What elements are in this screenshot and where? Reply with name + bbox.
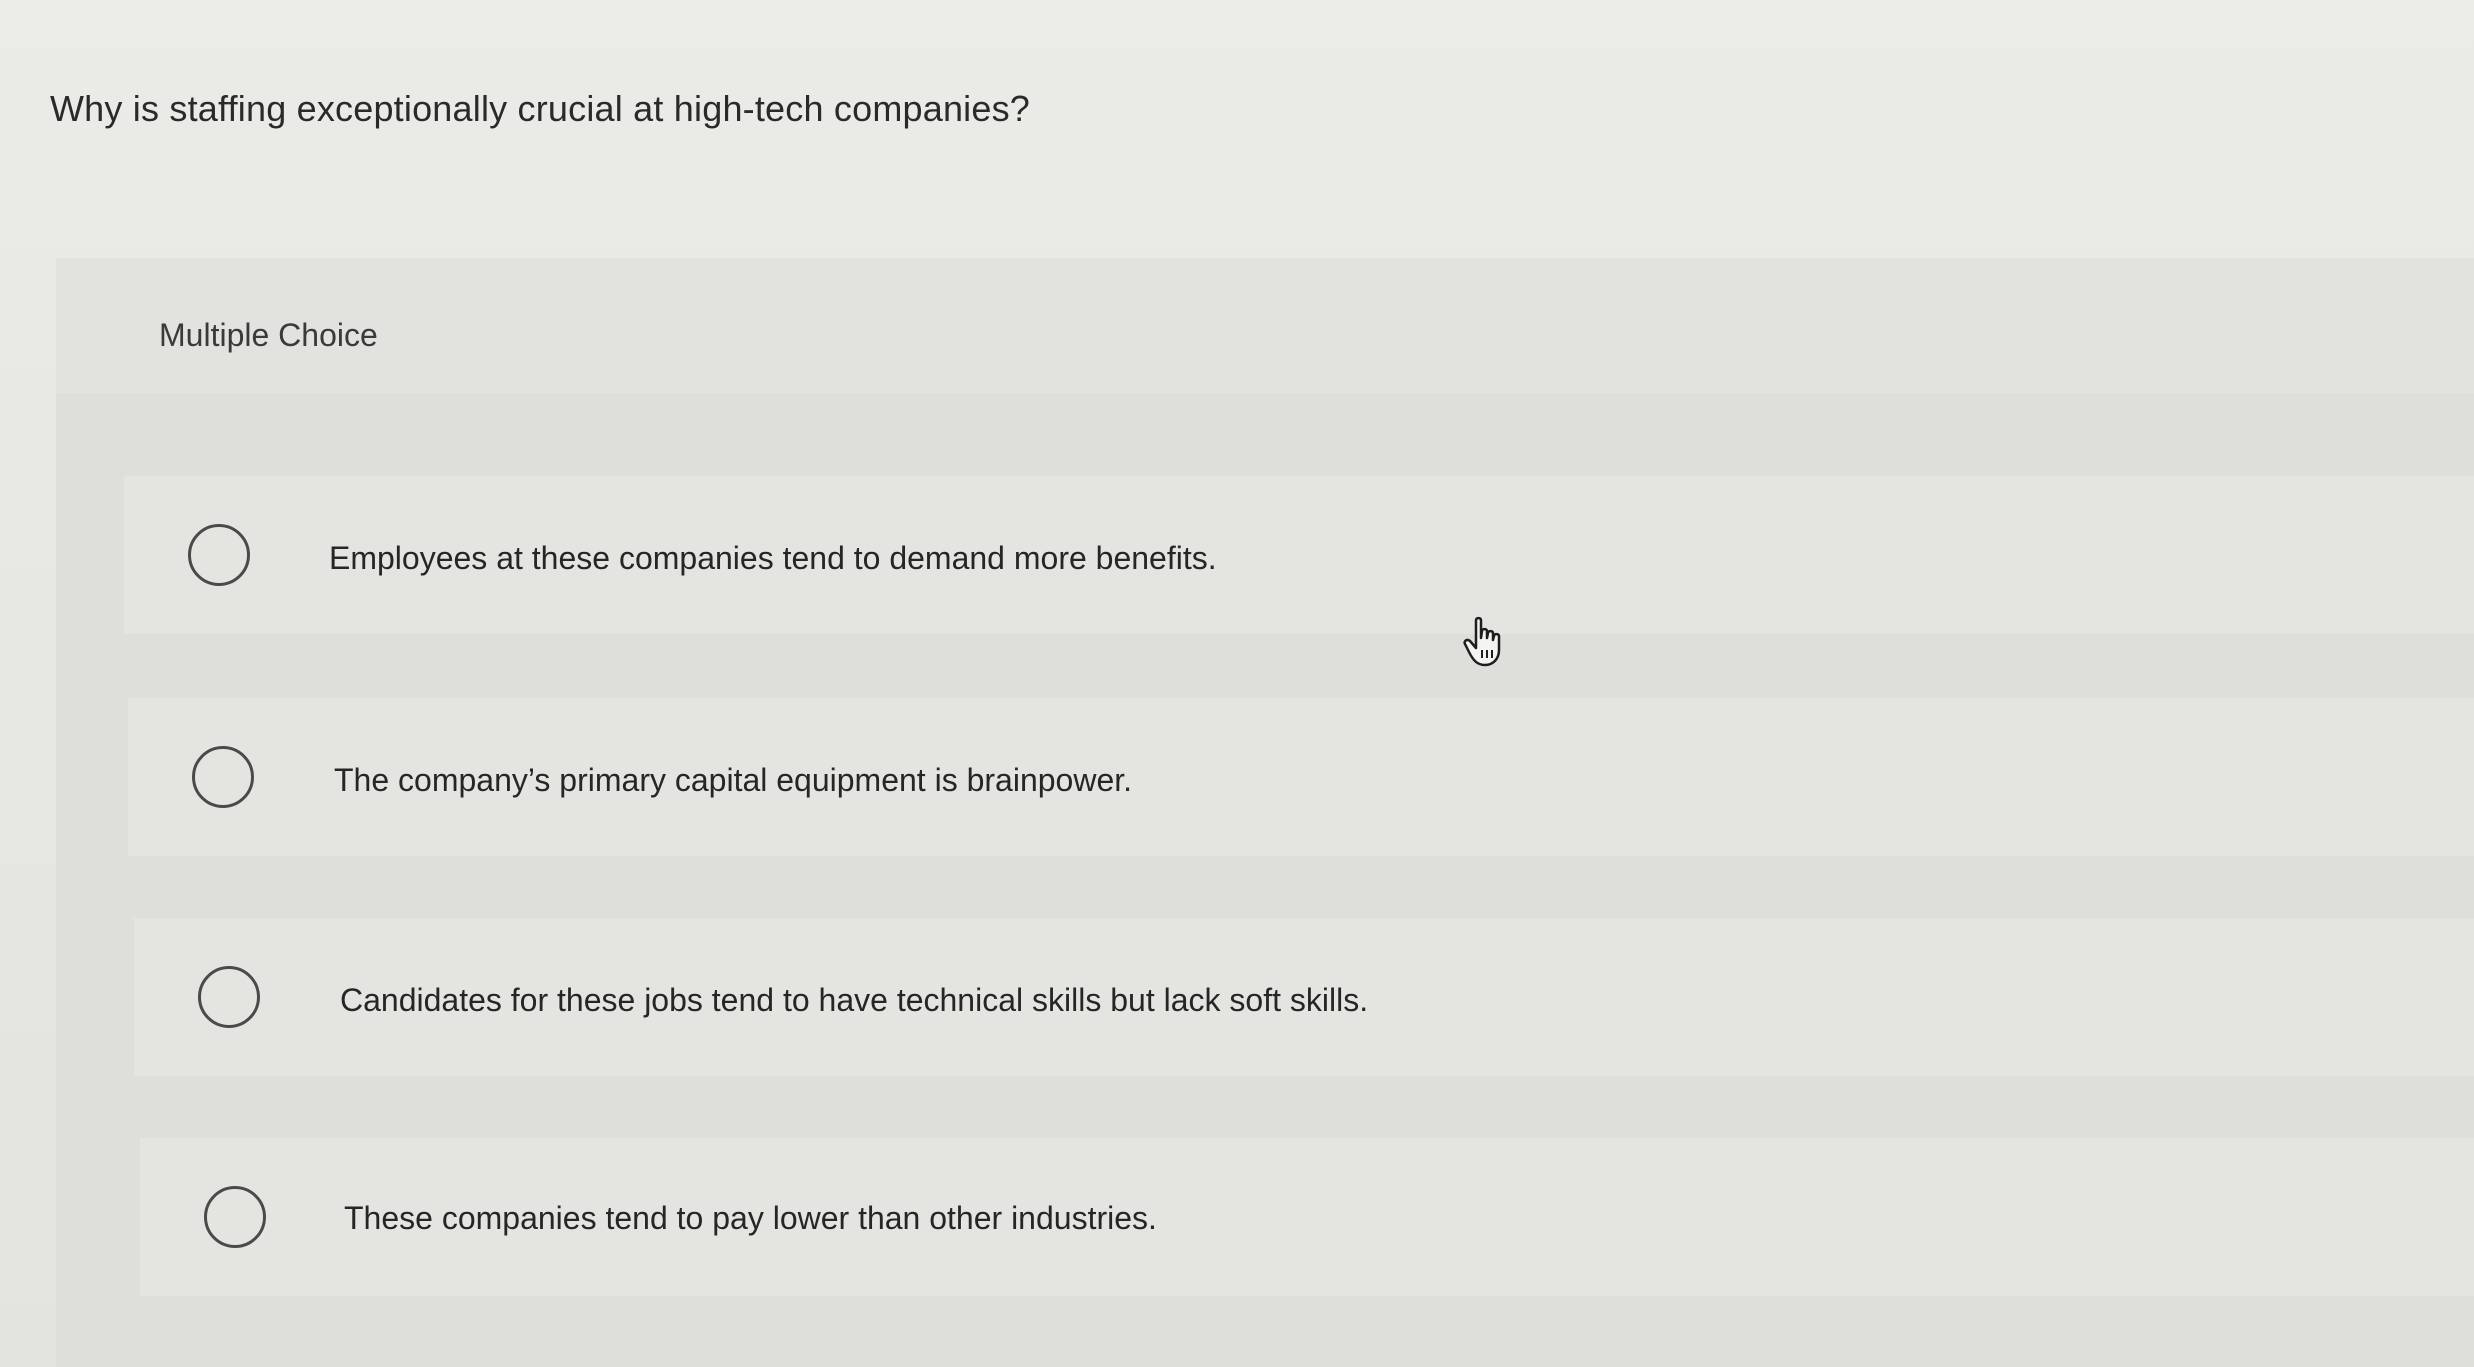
radio-button-icon[interactable] [192,746,254,808]
answer-option-2-text: The company’s primary capital equipment … [334,762,1133,798]
radio-button-icon[interactable] [198,966,260,1028]
quiz-page: Why is staffing exceptionally crucial at… [0,0,2474,1367]
answer-option-1[interactable]: Employees at these companies tend to dem… [124,476,2474,634]
answer-option-1-text: Employees at these companies tend to dem… [329,540,1217,576]
radio-button-icon[interactable] [204,1186,266,1248]
answer-option-4[interactable]: These companies tend to pay lower than o… [140,1138,2474,1296]
question-type-label: Multiple Choice [159,317,378,353]
question-text: Why is staffing exceptionally crucial at… [50,88,1031,129]
answer-option-2[interactable]: The company’s primary capital equipment … [128,698,2474,856]
answer-option-3[interactable]: Candidates for these jobs tend to have t… [134,918,2474,1076]
hand-pointer-icon [1463,616,1501,667]
answer-option-4-text: These companies tend to pay lower than o… [344,1200,1157,1236]
answer-option-3-text: Candidates for these jobs tend to have t… [340,982,1369,1018]
radio-button-icon[interactable] [188,524,250,586]
panel-header: Multiple Choice [56,258,2474,393]
